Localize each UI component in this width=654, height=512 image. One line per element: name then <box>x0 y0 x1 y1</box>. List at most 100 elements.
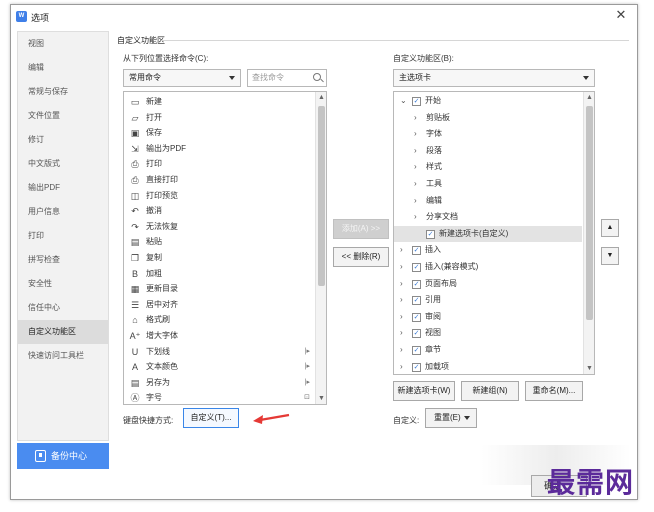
command-item[interactable]: ⇲ 输出为PDF <box>124 141 314 157</box>
sidebar-item[interactable]: 文件位置 <box>18 104 108 128</box>
chevron-right-icon[interactable]: › <box>414 126 417 143</box>
ribbon-tree-item[interactable]: › ✓ 视图 <box>394 325 582 342</box>
sidebar-item[interactable]: 编辑 <box>18 56 108 80</box>
ribbon-tree-item[interactable]: › ✓ 插入 <box>394 242 582 259</box>
ribbon-tree-item[interactable]: › 样式 <box>394 159 582 176</box>
ribbon-tree-item[interactable]: › ✓ 加载项 <box>394 359 582 374</box>
ribbon-tree-item[interactable]: › 字体 <box>394 126 582 143</box>
sidebar-item[interactable]: 自定义功能区 <box>18 320 108 344</box>
backup-center-button[interactable]: 备份中心 <box>17 443 109 469</box>
chevron-right-icon[interactable]: › <box>414 110 417 127</box>
scroll-up-icon[interactable]: ▲ <box>316 92 326 103</box>
checkbox[interactable]: ✓ <box>412 329 421 339</box>
commands-scrollbar[interactable]: ▲ ▼ <box>315 92 326 404</box>
ribbon-tree-item[interactable]: › 剪贴板 <box>394 110 582 127</box>
commands-source-dropdown[interactable]: 常用命令 <box>123 69 241 87</box>
remove-button[interactable]: << 删除(R) <box>333 247 389 267</box>
ribbon-tree[interactable]: › ✓ 加载项 › ✓ 章节 › ✓ 视图 › ✓ 审阅 › ✓ 引用 › ✓ 页面布局 › ✓ 插入(兼容模式) › ✓ 插… <box>393 91 595 375</box>
sidebar-item[interactable]: 常规与保存 <box>18 80 108 104</box>
checkbox[interactable]: ✓ <box>412 362 421 372</box>
chevron-right-icon[interactable]: › <box>414 193 417 210</box>
chevron-right-icon[interactable]: › <box>400 259 403 276</box>
ribbon-scrollbar[interactable]: ▲ ▼ <box>583 92 594 374</box>
sidebar-item[interactable]: 信任中心 <box>18 296 108 320</box>
command-item[interactable]: Ⓐ 字号 ⊡ <box>124 390 314 404</box>
command-item[interactable]: ▤ 粘贴 <box>124 234 314 250</box>
chevron-down-icon[interactable]: ⌄ <box>400 93 407 110</box>
command-item[interactable]: ☰ 居中对齐 <box>124 297 314 313</box>
ribbon-tree-item[interactable]: › ✓ 审阅 <box>394 309 582 326</box>
chevron-right-icon[interactable]: › <box>414 209 417 226</box>
sidebar-item[interactable]: 打印 <box>18 224 108 248</box>
command-item[interactable]: ▱ 打开 <box>124 110 314 126</box>
command-item[interactable]: ▦ 更新目录 <box>124 281 314 297</box>
chevron-right-icon[interactable]: › <box>414 176 417 193</box>
sidebar-item[interactable]: 中文版式 <box>18 152 108 176</box>
ribbon-tree-item[interactable]: › 编辑 <box>394 193 582 210</box>
chevron-right-icon[interactable]: › <box>400 309 403 326</box>
ribbon-tree-item[interactable]: › 段落 <box>394 143 582 160</box>
command-item[interactable]: ▣ 保存 <box>124 125 314 141</box>
chevron-right-icon[interactable]: › <box>400 242 403 259</box>
ribbon-tree-item[interactable]: › ✓ 插入(兼容模式) <box>394 259 582 276</box>
checkbox[interactable]: ✓ <box>412 97 421 106</box>
new-group-button[interactable]: 新建组(N) <box>461 381 519 401</box>
commands-list[interactable]: Ⓐ 字号 ⊡ ▤ 另存为 |▸ A 文本颜色 |▸ U 下划线 |▸ A⁺ 增大字体 ⌂ 格式刷 ☰ 居中对齐 ▦ 更… <box>123 91 327 405</box>
ribbon-tree-item[interactable]: › ✓ 引用 <box>394 292 582 309</box>
command-item[interactable]: ▭ 新建 <box>124 94 314 110</box>
checkbox[interactable]: ✓ <box>412 346 421 355</box>
chevron-right-icon[interactable]: › <box>414 143 417 160</box>
sidebar-item[interactable]: 安全性 <box>18 272 108 296</box>
reset-dropdown[interactable]: 重置(E) <box>425 408 477 428</box>
command-item[interactable]: U 下划线 |▸ <box>124 344 314 360</box>
sidebar-item[interactable]: 用户信息 <box>18 200 108 224</box>
command-item[interactable]: A⁺ 增大字体 <box>124 328 314 344</box>
sidebar-item[interactable]: 视图 <box>18 32 108 56</box>
checkbox[interactable]: ✓ <box>412 296 421 306</box>
chevron-right-icon[interactable]: › <box>400 342 403 359</box>
customize-shortcut-button[interactable]: 自定义(T)... <box>183 408 239 428</box>
add-button[interactable]: 添加(A) >> <box>333 219 389 239</box>
command-item[interactable]: ⎙ 打印 <box>124 156 314 172</box>
chevron-right-icon[interactable]: › <box>400 276 403 293</box>
ribbon-tree-item[interactable]: › ✓ 章节 <box>394 342 582 359</box>
checkbox[interactable]: ✓ <box>426 229 435 239</box>
ribbon-tree-item[interactable]: › 分享文档 <box>394 209 582 226</box>
chevron-right-icon[interactable]: › <box>414 159 417 176</box>
sidebar-item[interactable]: 快速访问工具栏 <box>18 344 108 368</box>
command-item[interactable]: ◫ 打印预览 <box>124 188 314 204</box>
command-item[interactable]: B 加粗 <box>124 266 314 282</box>
scroll-thumb[interactable] <box>318 106 325 286</box>
command-item[interactable]: A 文本颜色 |▸ <box>124 359 314 375</box>
command-item[interactable]: ↷ 无法恢复 <box>124 219 314 235</box>
new-tab-button[interactable]: 新建选项卡(W) <box>393 381 455 401</box>
ribbon-tree-item[interactable]: ⌄ ✓ 开始 <box>394 93 582 110</box>
chevron-right-icon[interactable]: › <box>400 359 403 374</box>
checkbox[interactable]: ✓ <box>412 263 421 272</box>
close-icon[interactable]: ✕ <box>613 7 629 23</box>
move-up-button[interactable]: ▲ <box>601 219 619 237</box>
ribbon-tree-item[interactable]: › ✓ 页面布局 <box>394 276 582 293</box>
scroll-down-icon[interactable]: ▼ <box>584 363 594 374</box>
chevron-right-icon[interactable]: › <box>400 292 403 309</box>
rename-button[interactable]: 重命名(M)... <box>525 381 583 401</box>
ribbon-tree-item[interactable]: ✓ 新建选项卡(自定义) <box>394 225 582 243</box>
chevron-right-icon[interactable]: › <box>400 325 403 342</box>
sidebar-item[interactable]: 修订 <box>18 128 108 152</box>
checkbox[interactable]: ✓ <box>412 312 421 322</box>
command-item[interactable]: ⎙ 直接打印 <box>124 172 314 188</box>
ribbon-tree-item[interactable]: › 工具 <box>394 176 582 193</box>
sidebar-item[interactable]: 拼写检查 <box>18 248 108 272</box>
checkbox[interactable]: ✓ <box>412 279 421 289</box>
command-search-input[interactable]: 查找命令 <box>247 69 327 87</box>
command-item[interactable]: ❐ 复制 <box>124 250 314 266</box>
command-item[interactable]: ↶ 撤消 <box>124 203 314 219</box>
scroll-up-icon[interactable]: ▲ <box>584 92 594 103</box>
move-down-button[interactable]: ▼ <box>601 247 619 265</box>
command-item[interactable]: ▤ 另存为 |▸ <box>124 375 314 391</box>
scroll-thumb[interactable] <box>586 106 593 320</box>
checkbox[interactable]: ✓ <box>412 246 421 256</box>
ribbon-tabs-dropdown[interactable]: 主选项卡 <box>393 69 595 87</box>
scroll-down-icon[interactable]: ▼ <box>316 393 326 404</box>
command-item[interactable]: ⌂ 格式刷 <box>124 312 314 328</box>
